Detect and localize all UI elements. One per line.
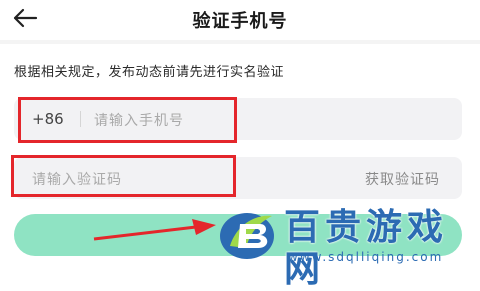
verification-notice: 根据相关规定，发布动态前请先进行实名验证 [14, 65, 285, 80]
annotation-box-phone [18, 97, 237, 143]
watermark-url: www.sdqlliqing.com [288, 250, 444, 264]
header-divider [0, 40, 480, 44]
annotation-arrow-icon [93, 219, 216, 241]
page-title: 验证手机号 [192, 11, 288, 32]
watermark-text: 百贵游戏网 [284, 207, 449, 290]
annotation-box-code [11, 155, 236, 197]
get-code-button[interactable]: 获取验证码 [365, 169, 440, 189]
top-bar: 验证手机号 [0, 0, 480, 40]
watermark-logo-icon [220, 213, 274, 259]
